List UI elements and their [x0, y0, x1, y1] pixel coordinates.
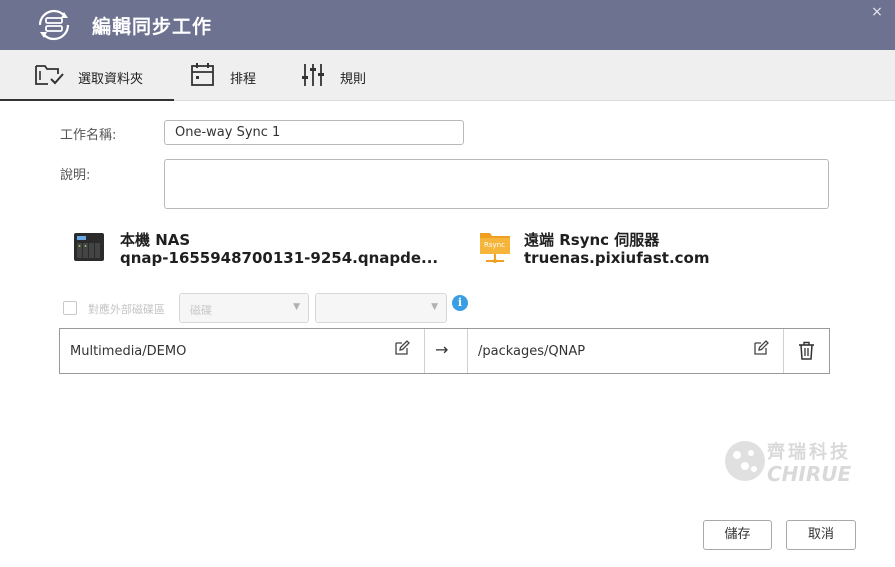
tab-select-folder[interactable]: 選取資料夾: [0, 50, 174, 101]
remote-folder-path: /packages/QNAP: [478, 344, 586, 359]
local-host-address: qnap-1655948700131-9254.qnapde...: [120, 249, 439, 267]
local-host: 本機 NAS qnap-1655948700131-9254.qnapde...: [120, 229, 438, 269]
tab-schedule[interactable]: 排程: [186, 50, 286, 100]
folder-check-icon: [35, 65, 64, 85]
title-bar: 編輯同步工作 ×: [0, 0, 895, 50]
external-folder-select[interactable]: ▼: [315, 293, 447, 323]
close-button[interactable]: ×: [869, 4, 885, 20]
window-title: 編輯同步工作: [92, 16, 213, 38]
column-divider: [783, 329, 784, 373]
tab-bar: 選取資料夾 排程 規則: [0, 50, 895, 101]
job-name-input[interactable]: [164, 120, 464, 145]
job-name-label: 工作名稱:: [60, 128, 117, 143]
rsync-badge-text: Rsync: [484, 241, 505, 249]
external-volume-label: 對應外部磁碟區: [88, 303, 165, 316]
chevron-down-icon: ▼: [293, 302, 300, 312]
description-textarea[interactable]: [164, 159, 829, 209]
tab-label-rules: 規則: [340, 72, 367, 87]
nas-device-icon: [74, 233, 104, 261]
local-folder-path: Multimedia/DEMO: [70, 344, 187, 359]
tab-label-select-folder: 選取資料夾: [78, 72, 144, 87]
calendar-icon: [191, 63, 214, 86]
edit-remote-folder-icon[interactable]: [753, 340, 769, 356]
edit-local-folder-icon[interactable]: [394, 340, 410, 356]
remote-host-title: 遠端 Rsync 伺服器: [524, 231, 660, 249]
sliders-icon: [302, 64, 324, 86]
remote-folder-cell: /packages/QNAP: [468, 329, 783, 373]
local-folder-cell: Multimedia/DEMO: [60, 329, 424, 373]
save-button[interactable]: 儲存: [703, 520, 772, 550]
tab-rules[interactable]: 規則: [296, 50, 396, 100]
watermark: 齊瑞科技 CHIRUE: [723, 436, 852, 488]
description-label: 說明:: [60, 168, 91, 183]
info-icon[interactable]: i: [452, 295, 468, 311]
column-divider: [424, 329, 425, 373]
remote-host: 遠端 Rsync 伺服器 truenas.pixiufast.com: [524, 229, 824, 269]
cancel-button[interactable]: 取消: [786, 520, 856, 550]
sync-direction-arrow: →: [435, 340, 449, 359]
watermark-logo-icon: [725, 441, 765, 481]
external-volume-select[interactable]: 磁碟 ▼: [179, 293, 309, 323]
external-volume-checkbox[interactable]: [63, 301, 77, 315]
remote-host-address: truenas.pixiufast.com: [524, 249, 710, 267]
watermark-text-en: CHIRUE: [767, 462, 852, 486]
external-volume-select-value: 磁碟: [190, 304, 212, 317]
trash-icon[interactable]: [798, 341, 815, 360]
sync-job-icon: [38, 9, 70, 41]
watermark-text-cn: 齊瑞科技: [767, 442, 851, 463]
local-host-title: 本機 NAS: [120, 231, 191, 249]
tab-label-schedule: 排程: [230, 72, 257, 87]
chevron-down-icon: ▼: [431, 302, 438, 312]
folder-pair-row: Multimedia/DEMO → /packages/QNAP: [59, 328, 830, 374]
